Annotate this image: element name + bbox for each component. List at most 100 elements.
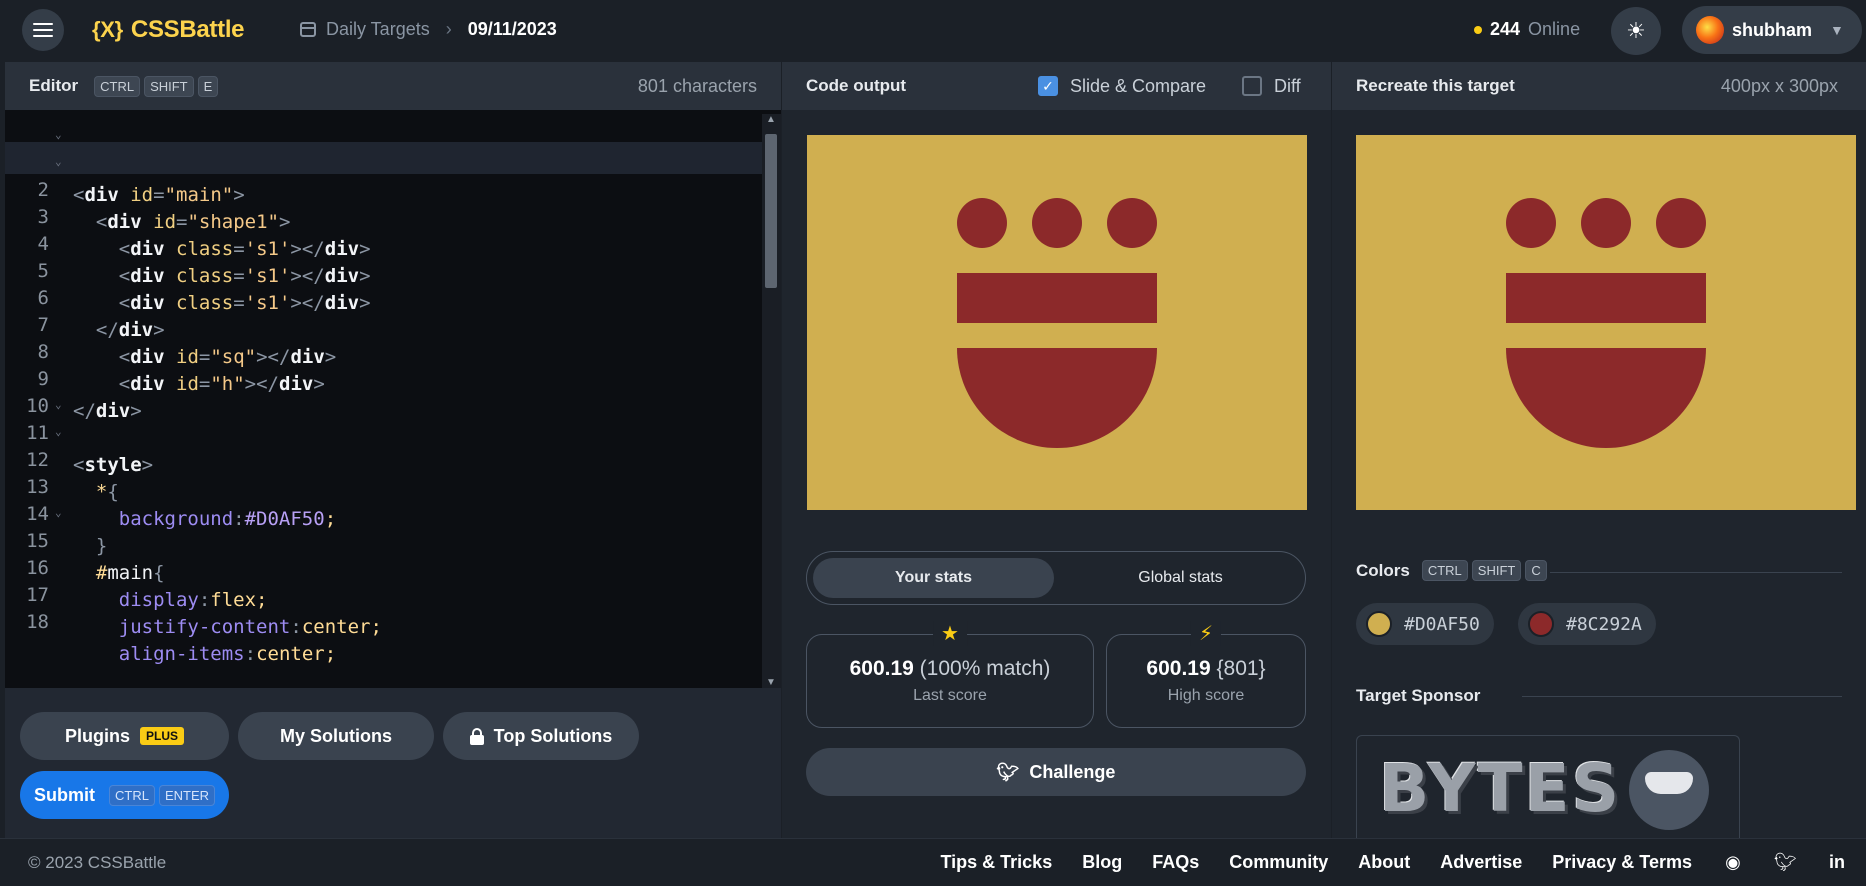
top-solutions-label: Top Solutions xyxy=(493,725,613,746)
sponsor-logo: BYTES xyxy=(1379,750,1622,827)
half-circle-shape xyxy=(1506,348,1706,448)
editor-shortcut: CTRL SHIFT E xyxy=(90,75,219,97)
tab-global-stats[interactable]: Global stats xyxy=(1060,558,1301,598)
calendar-icon xyxy=(300,22,316,37)
half-circle-shape xyxy=(957,348,1157,448)
slide-compare-toggle[interactable]: ✓ Slide & Compare xyxy=(1038,76,1206,97)
high-score-label: High score xyxy=(1167,687,1245,704)
checkbox-unchecked-icon[interactable] xyxy=(1242,76,1262,96)
sponsor-banner[interactable]: BYTES xyxy=(1356,735,1740,840)
footer-link-privacy[interactable]: Privacy & Terms xyxy=(1552,852,1692,873)
user-menu-button[interactable]: shubham ▼ xyxy=(1682,6,1862,54)
diff-toggle[interactable]: Diff xyxy=(1242,76,1301,97)
bar-shape xyxy=(957,273,1157,323)
target-panel: Colors CTRL SHIFT C #D0AF50 #8C292A Target… xyxy=(1332,110,1866,840)
discord-icon[interactable]: ◉ xyxy=(1722,852,1744,873)
bar-shape xyxy=(1506,273,1706,323)
top-solutions-button[interactable]: Top Solutions xyxy=(443,712,639,760)
circle-shape xyxy=(957,198,1007,248)
challenge-button[interactable]: 🐦︎ Challenge xyxy=(806,748,1306,796)
color-hex: #D0AF50 xyxy=(1404,613,1480,635)
tab-your-stats[interactable]: Your stats xyxy=(813,558,1054,598)
high-score-chars: {801} xyxy=(1216,657,1266,680)
last-score-match: (100% match) xyxy=(919,657,1051,680)
twitter-icon: 🐦︎ xyxy=(996,761,1020,782)
plus-badge: PLUS xyxy=(140,727,185,745)
last-score-card: ★ 600.19 (100% match) Last score xyxy=(806,621,1094,728)
code-editor[interactable]: 1⌄ <div id="main"> 2⌄ <div id="shape1"> … xyxy=(5,110,781,688)
colors-shortcut: CTRL SHIFT C xyxy=(1418,560,1547,581)
target-title: Recreate this target xyxy=(1356,76,1515,95)
star-icon: ★ xyxy=(933,621,967,646)
kbd-key: SHIFT xyxy=(144,75,194,97)
scrollbar-thumb[interactable] xyxy=(765,134,777,288)
color-circle xyxy=(1528,611,1554,637)
top-header: {X} CSSBattle Daily Targets › 09/11/2023… xyxy=(0,0,1866,62)
target-canvas[interactable] xyxy=(1356,135,1856,510)
output-header: Code output ✓ Slide & Compare Diff xyxy=(782,62,1331,110)
footer-link-tips[interactable]: Tips & Tricks xyxy=(940,852,1052,873)
checkbox-checked-icon[interactable]: ✓ xyxy=(1038,76,1058,96)
footer-link-blog[interactable]: Blog xyxy=(1082,852,1122,873)
logo-text: CSSBattle xyxy=(130,16,245,43)
copyright: © 2023 CSSBattle xyxy=(28,852,167,872)
editor-title: Editor xyxy=(29,76,79,95)
footer-link-advertise[interactable]: Advertise xyxy=(1440,852,1522,873)
color-swatch[interactable]: #8C292A xyxy=(1518,603,1656,645)
scroll-down-icon[interactable]: ▼ xyxy=(766,677,776,688)
my-solutions-label: My Solutions xyxy=(280,725,392,746)
online-dot-icon xyxy=(1474,25,1482,34)
breadcrumb: Daily Targets › 09/11/2023 xyxy=(300,19,557,40)
code-line[interactable]: 18 align-items:center; xyxy=(5,574,762,665)
code-output-canvas[interactable] xyxy=(807,135,1307,510)
submit-button[interactable]: Submit CTRL ENTER xyxy=(20,771,229,819)
character-count: 801 characters xyxy=(637,75,757,96)
sponsor-section-title: Target Sponsor xyxy=(1356,686,1480,706)
high-score-card: ⚡ 600.19 {801} High score xyxy=(1106,621,1306,728)
circle-shape xyxy=(1032,198,1082,248)
footer: © 2023 CSSBattle Tips & Tricks Blog FAQs… xyxy=(0,838,1866,886)
plugins-button[interactable]: Plugins PLUS xyxy=(20,712,229,760)
breadcrumb-daily-targets[interactable]: Daily Targets xyxy=(326,19,430,40)
submit-label: Submit xyxy=(33,784,95,805)
color-circle xyxy=(1366,611,1392,637)
scroll-up-icon[interactable]: ▲ xyxy=(766,114,776,125)
color-swatch[interactable]: #D0AF50 xyxy=(1356,603,1494,645)
lightning-icon: ⚡ xyxy=(1190,621,1222,646)
linkedin-icon[interactable]: in xyxy=(1826,852,1848,873)
hamburger-icon xyxy=(33,23,53,37)
last-score-value: 600.19 xyxy=(849,657,914,680)
colors-title: Colors xyxy=(1356,560,1410,580)
editor-header: Editor CTRL SHIFT E 801 characters xyxy=(5,62,781,110)
avatar xyxy=(1696,16,1724,44)
last-score-label: Last score xyxy=(913,687,987,704)
menu-button[interactable] xyxy=(22,9,64,51)
output-panel: Your stats Global stats ★ 600.19 (100% m… xyxy=(782,110,1331,838)
kbd-key: C xyxy=(1525,560,1547,581)
last-score-line: 600.19 (100% match) xyxy=(807,657,1093,681)
my-solutions-button[interactable]: My Solutions xyxy=(238,712,434,760)
footer-link-community[interactable]: Community xyxy=(1229,852,1328,873)
chevron-down-icon: ▼ xyxy=(1830,22,1844,38)
sponsor-title: Target Sponsor xyxy=(1356,686,1481,705)
kbd-key: SHIFT xyxy=(1471,560,1522,581)
color-hex: #8C292A xyxy=(1566,613,1642,635)
username: shubham xyxy=(1732,19,1813,40)
kbd-key: CTRL xyxy=(94,75,141,97)
online-label: Online xyxy=(1528,19,1581,39)
output-title: Code output xyxy=(806,76,907,95)
theme-toggle-button[interactable]: ☀ xyxy=(1611,7,1661,55)
stats-tabs: Your stats Global stats xyxy=(806,551,1306,605)
colors-section-title: Colors CTRL SHIFT C xyxy=(1356,560,1547,581)
submit-shortcut: CTRL ENTER xyxy=(105,784,215,806)
kbd-key: ENTER xyxy=(158,785,215,806)
target-dimensions: 400px x 300px xyxy=(1720,75,1838,96)
diff-label: Diff xyxy=(1274,75,1301,96)
footer-link-about[interactable]: About xyxy=(1358,852,1410,873)
circle-shape xyxy=(1581,198,1631,248)
line-number: 18 xyxy=(26,611,49,633)
twitter-icon[interactable]: 🐦︎ xyxy=(1774,852,1797,873)
footer-link-faqs[interactable]: FAQs xyxy=(1152,852,1199,873)
editor-scrollbar[interactable]: ▲ ▼ xyxy=(762,114,781,688)
logo[interactable]: {X} CSSBattle xyxy=(92,16,245,44)
